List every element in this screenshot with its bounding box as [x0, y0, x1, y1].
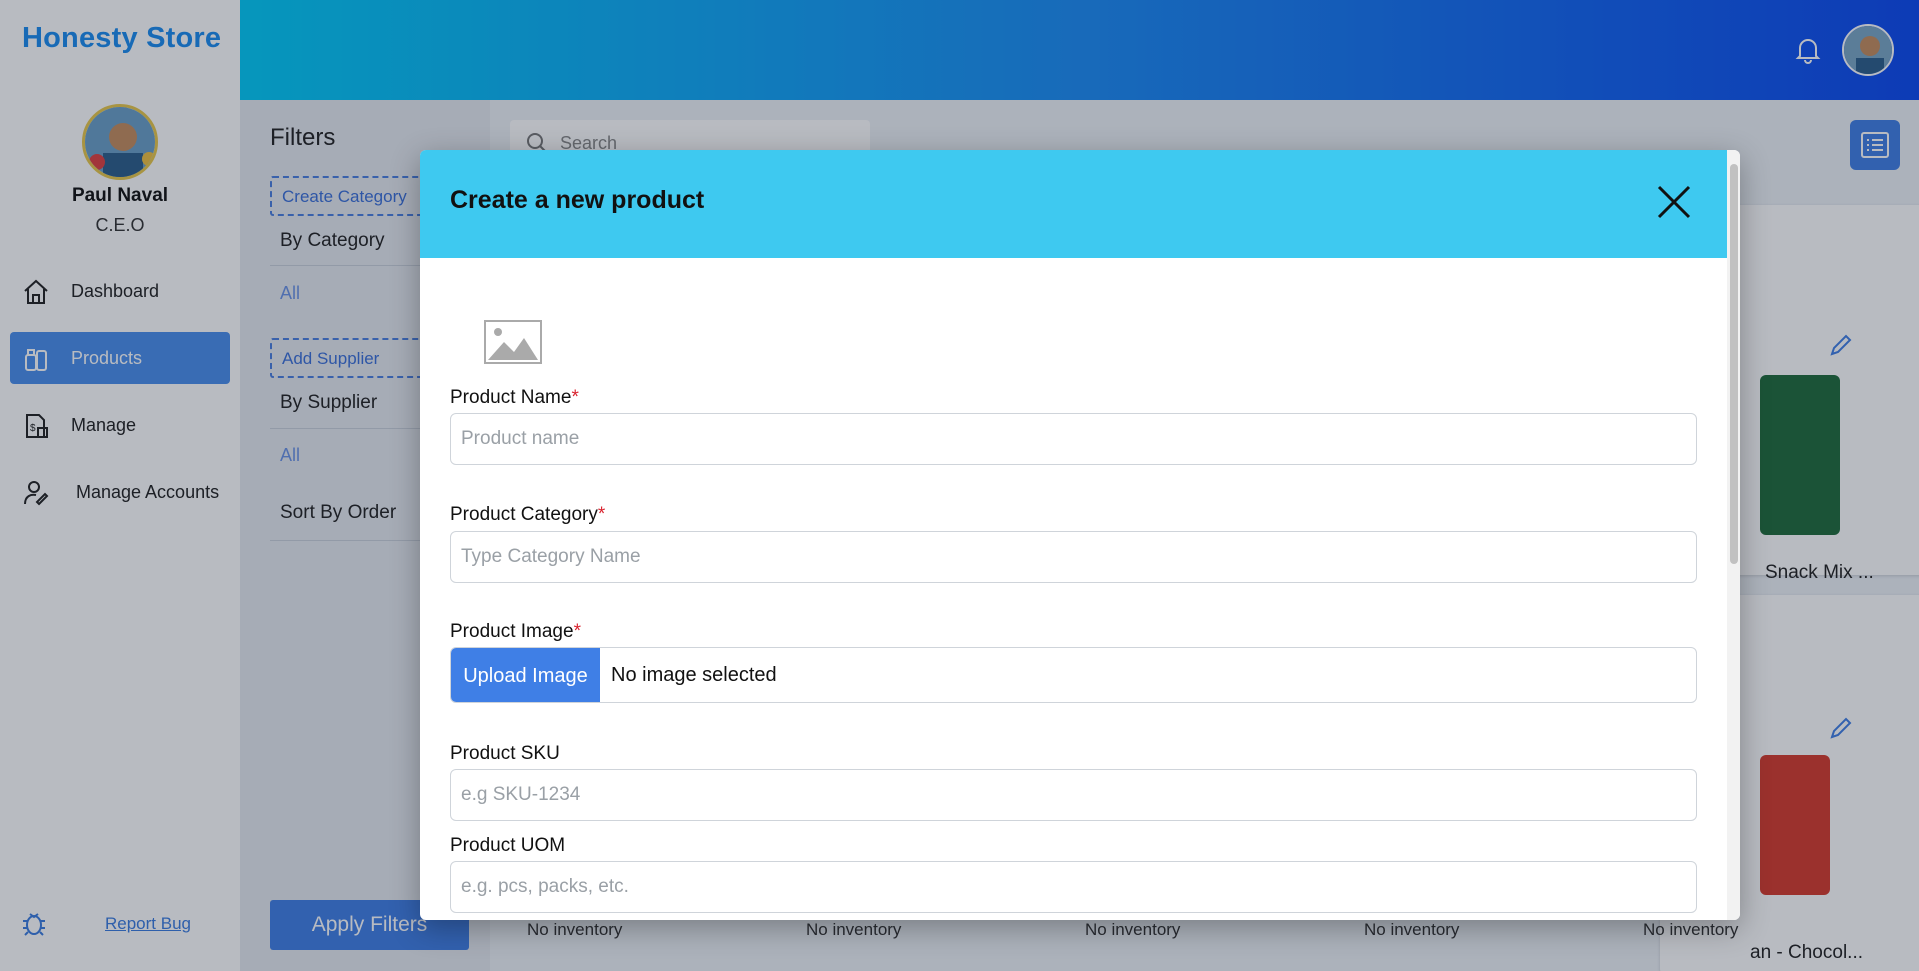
product-sku-input[interactable] [450, 769, 1697, 821]
create-product-modal: Create a new product Product Name* Produ… [420, 150, 1740, 920]
product-uom-input[interactable] [450, 861, 1697, 913]
product-category-input[interactable] [450, 531, 1697, 583]
product-sku-label: Product SKU [450, 743, 560, 764]
product-category-label: Product Category* [450, 504, 606, 525]
product-image-label: Product Image* [450, 621, 581, 642]
image-upload-field: Upload Image No image selected [450, 647, 1697, 703]
product-name-input[interactable] [450, 413, 1697, 465]
modal-title: Create a new product [450, 186, 705, 214]
close-icon[interactable] [1656, 184, 1692, 220]
product-uom-label: Product UOM [450, 835, 566, 856]
modal-header: Create a new product [420, 150, 1727, 258]
image-placeholder-icon [484, 320, 542, 364]
image-status: No image selected [611, 664, 777, 686]
modal-scrollbar[interactable] [1727, 150, 1740, 920]
product-name-label: Product Name* [450, 387, 579, 408]
upload-image-button[interactable]: Upload Image [451, 648, 600, 702]
scrollbar-thumb[interactable] [1730, 164, 1738, 564]
